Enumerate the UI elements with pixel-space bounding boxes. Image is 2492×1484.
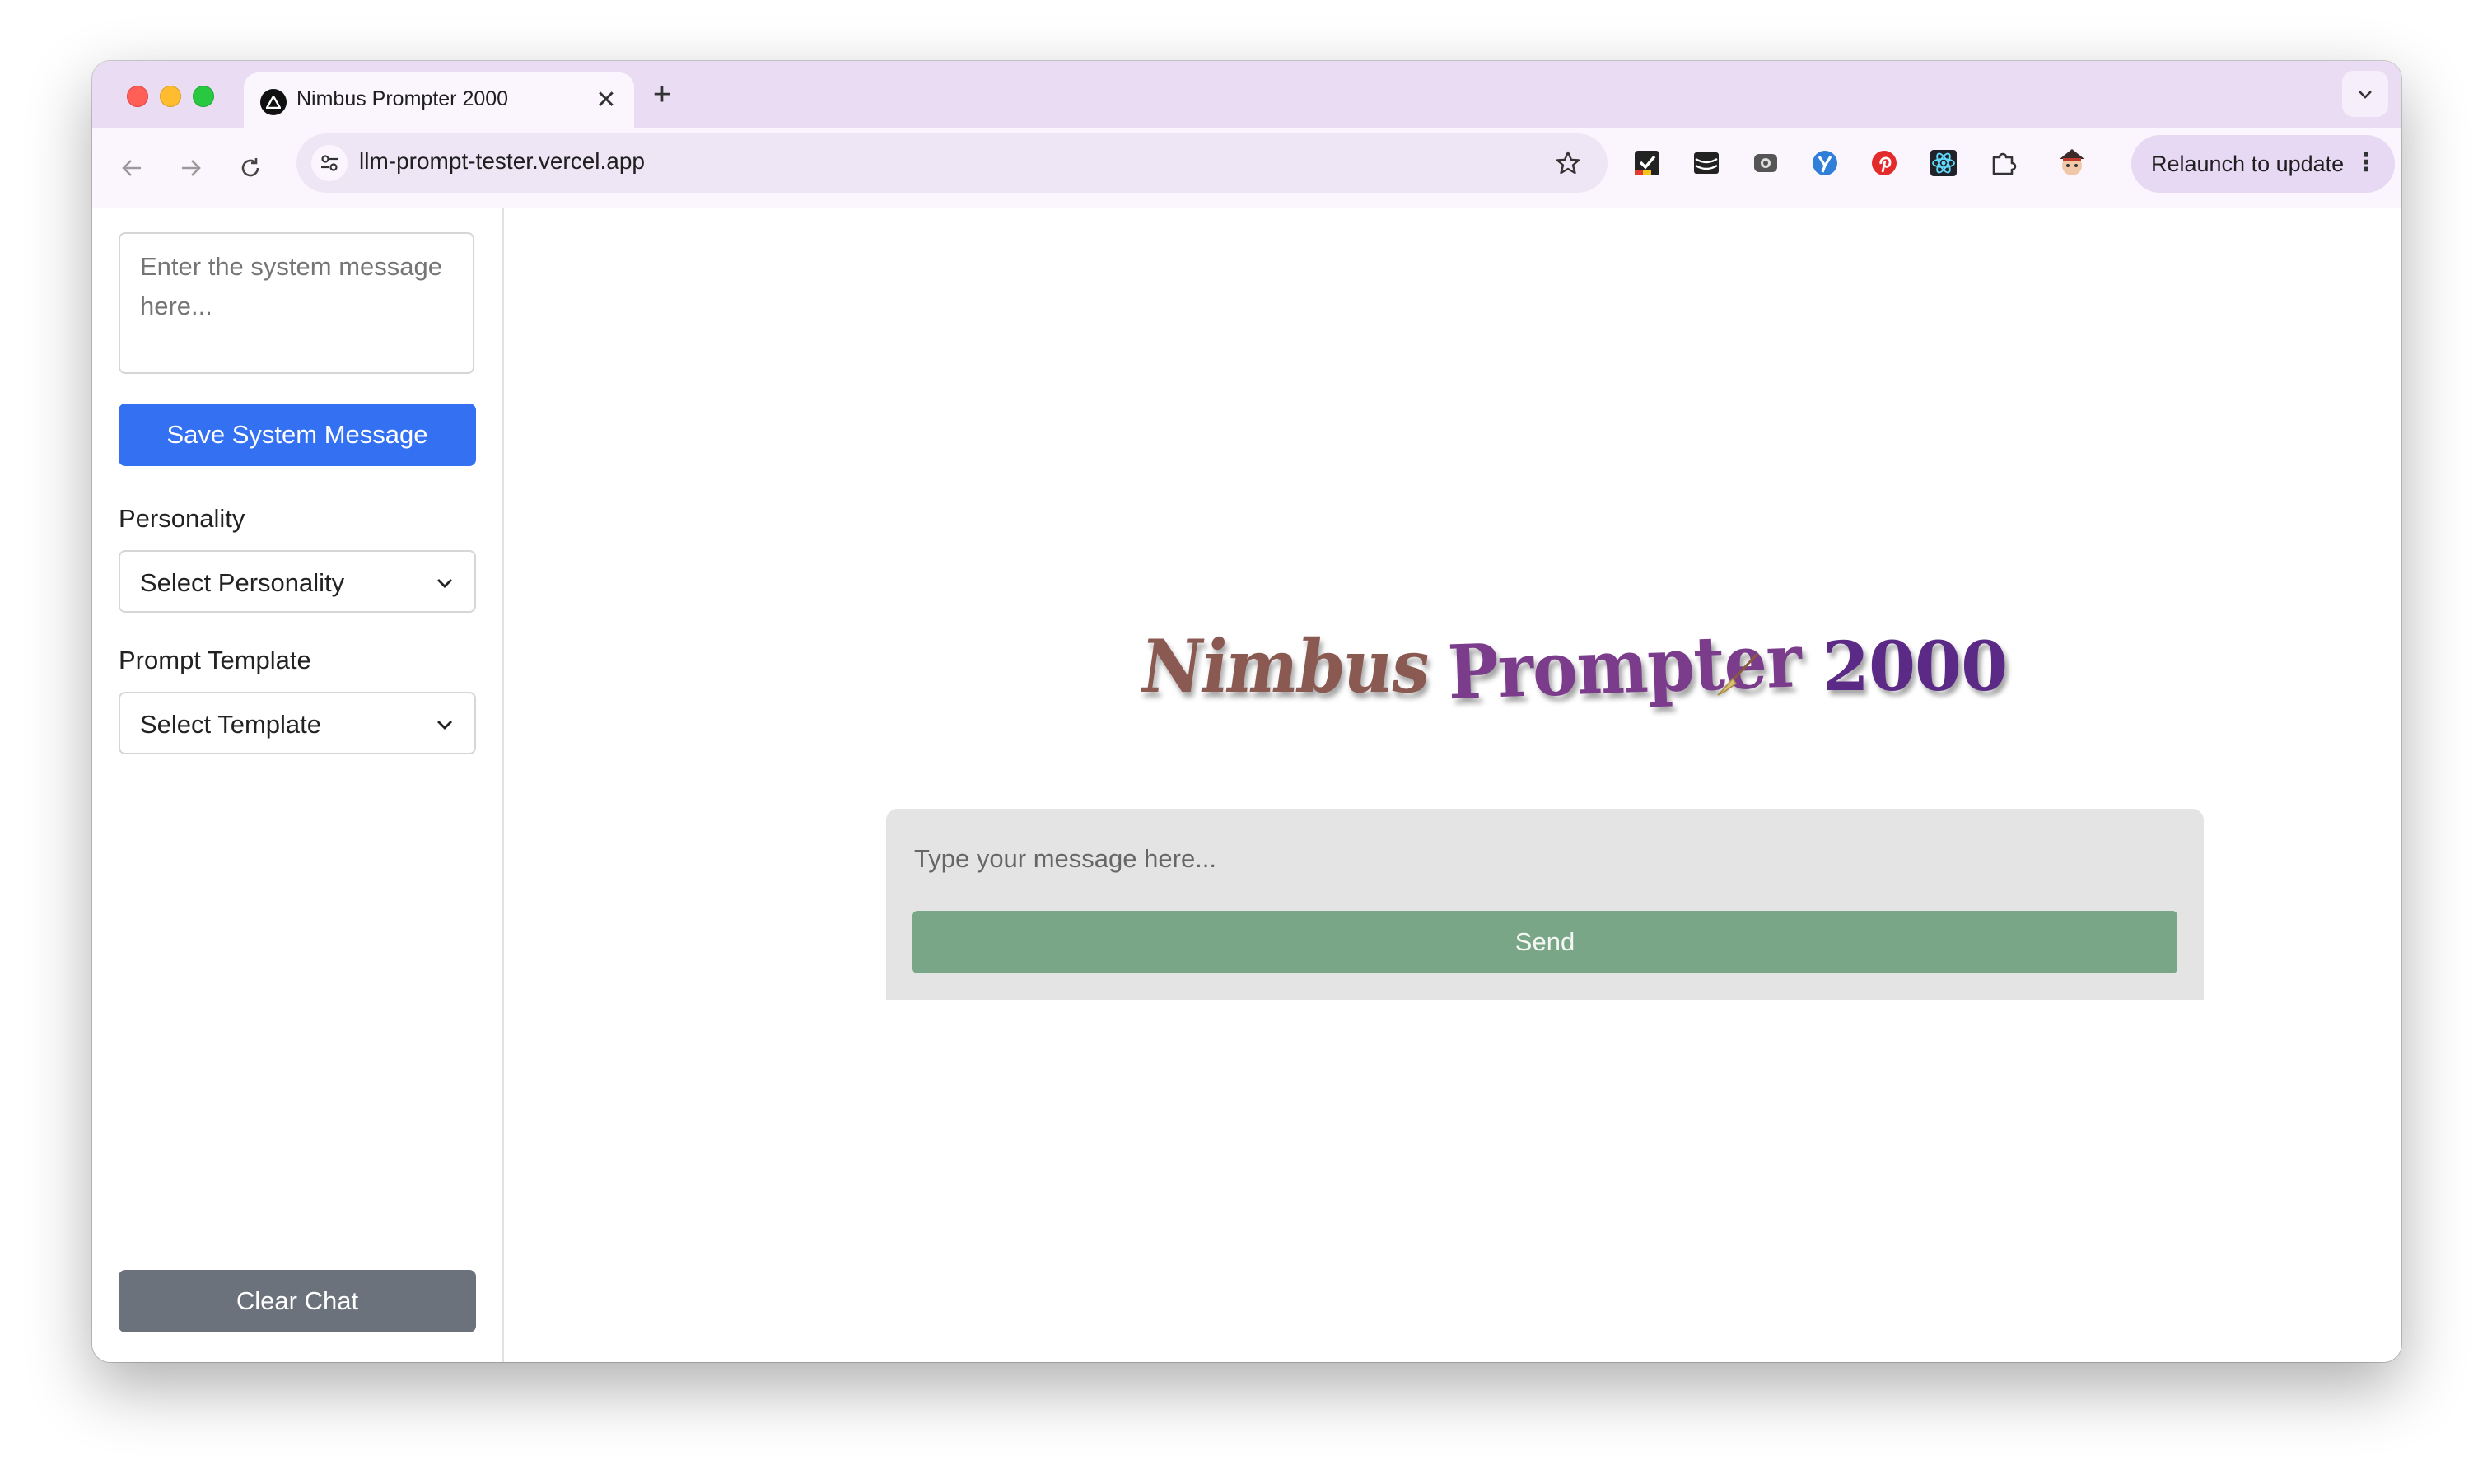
- tab-strip: Nimbus Prompter 2000 ✕ +: [92, 61, 2401, 128]
- maximize-window-button[interactable]: [193, 86, 214, 107]
- reload-button[interactable]: [231, 148, 270, 188]
- system-message-input[interactable]: [119, 232, 474, 374]
- forward-button[interactable]: [171, 148, 211, 188]
- chat-input-panel: Type your message here... Send: [886, 809, 2204, 1000]
- broom-icon: [1717, 652, 1759, 696]
- chat-main: Nimbus Prompter 2000 Type your message her…: [504, 208, 2401, 1362]
- clear-chat-button[interactable]: Clear Chat: [119, 1270, 476, 1332]
- browser-window: Nimbus Prompter 2000 ✕ + llm-prompt-test…: [92, 61, 2401, 1362]
- relaunch-label: Relaunch to update: [2151, 152, 2345, 176]
- logo-word-nimbus: Nimbus: [1135, 624, 1436, 710]
- tab-nimbus-prompter[interactable]: Nimbus Prompter 2000 ✕: [244, 72, 634, 128]
- tab-close-icon[interactable]: ✕: [590, 84, 623, 117]
- chevron-down-icon: [437, 579, 452, 588]
- profile-avatar-icon[interactable]: [2056, 147, 2088, 180]
- personality-label: Personality: [119, 504, 245, 533]
- site-settings-icon[interactable]: [311, 145, 348, 181]
- prompt-template-select-value: Select Template: [140, 710, 321, 739]
- vercel-favicon-icon: [260, 89, 287, 115]
- reload-icon: [241, 158, 259, 177]
- url-text: llm-prompt-tester.vercel.app: [359, 148, 646, 174]
- address-bar[interactable]: llm-prompt-tester.vercel.app: [296, 133, 1608, 193]
- y-extension-icon[interactable]: [1808, 147, 1841, 180]
- checkmark-extension-icon[interactable]: [1631, 147, 1664, 180]
- minimize-window-button[interactable]: [160, 86, 181, 107]
- stripes-extension-icon[interactable]: [1690, 147, 1723, 180]
- chevron-down-icon: [2359, 91, 2372, 99]
- close-window-button[interactable]: [127, 86, 148, 107]
- kebab-menu-icon[interactable]: ⋮: [2354, 148, 2378, 178]
- prompt-template-label: Prompt Template: [119, 646, 311, 674]
- puzzle-extensions-icon[interactable]: [1986, 147, 2019, 180]
- sidebar: Save System Message Personality Select P…: [92, 208, 504, 1362]
- pinterest-extension-icon[interactable]: [1868, 147, 1901, 180]
- app-logo-title: Nimbus Prompter 2000: [1136, 618, 2008, 717]
- logo-word-2000: 2000: [1822, 628, 2008, 707]
- new-tab-button[interactable]: +: [642, 76, 682, 115]
- arrow-right-icon: [182, 160, 201, 176]
- bookmark-star-icon[interactable]: [1552, 147, 1584, 180]
- personality-select[interactable]: Select Personality: [119, 550, 476, 613]
- tab-search-button[interactable]: [2342, 71, 2388, 117]
- react-devtools-icon[interactable]: [1927, 147, 1960, 180]
- arrow-left-icon: [122, 160, 141, 176]
- send-button[interactable]: Send: [912, 911, 2177, 973]
- tab-title: Nimbus Prompter 2000: [296, 87, 509, 110]
- camera-extension-icon[interactable]: [1749, 147, 1782, 180]
- save-system-message-button[interactable]: Save System Message: [119, 404, 476, 466]
- prompt-template-select[interactable]: Select Template: [119, 692, 476, 754]
- back-button[interactable]: [112, 148, 152, 188]
- relaunch-button[interactable]: Relaunch to update ⋮: [2131, 135, 2395, 193]
- personality-select-value: Select Personality: [140, 568, 345, 597]
- message-input[interactable]: Type your message here...: [914, 833, 2166, 884]
- chevron-down-icon: [437, 721, 452, 730]
